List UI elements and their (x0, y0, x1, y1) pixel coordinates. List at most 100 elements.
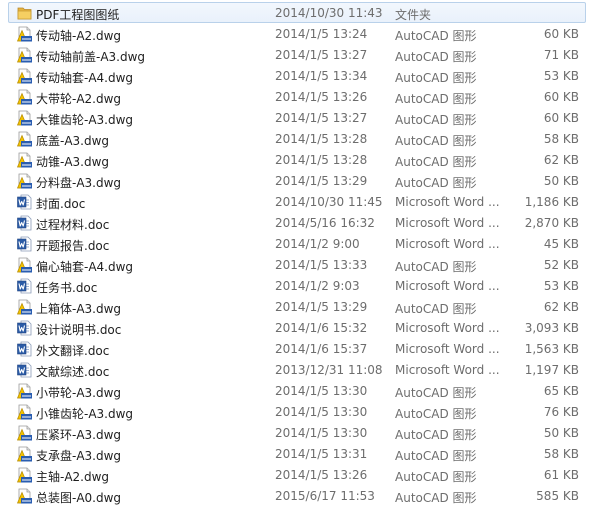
autocad-dwg-icon (17, 173, 32, 189)
file-list: PDF工程图图纸 2014/10/30 11:43 文件夹 传动轴-A2.dwg 201… (0, 0, 606, 513)
file-type: AutoCAD 图形 (395, 176, 477, 190)
file-size: 65 KB (543, 384, 579, 398)
file-row[interactable]: 主轴-A2.dwg 2014/1/5 13:26 AutoCAD 图形 61 KB (8, 464, 586, 485)
file-size: 1,197 KB (524, 363, 579, 377)
file-name: 总装图-A0.dwg (36, 491, 122, 505)
file-date-modified: 2014/1/5 13:28 (275, 132, 368, 146)
file-row[interactable]: 设计说明书.doc 2014/1/6 15:32 Microsoft Word ..… (8, 317, 586, 338)
file-name: PDF工程图图纸 (36, 8, 120, 22)
file-name: 过程材料.doc (36, 218, 110, 232)
file-row[interactable]: 任务书.doc 2014/1/2 9:03 Microsoft Word ... 53… (8, 275, 586, 296)
file-date-modified: 2014/10/30 11:43 (275, 6, 383, 20)
file-date-modified: 2014/1/5 13:30 (275, 426, 368, 440)
file-row[interactable]: 开题报告.doc 2014/1/2 9:00 Microsoft Word ... 4… (8, 233, 586, 254)
file-row[interactable]: 分料盘-A3.dwg 2014/1/5 13:29 AutoCAD 图形 50 KB (8, 170, 586, 191)
file-name: 动锥-A3.dwg (36, 155, 110, 169)
file-name: 支承盘-A3.dwg (36, 449, 122, 463)
file-type: AutoCAD 图形 (395, 386, 477, 400)
file-size: 3,093 KB (524, 321, 579, 335)
file-row[interactable]: 过程材料.doc 2014/5/16 16:32 Microsoft Word ..… (8, 212, 586, 233)
word-doc-icon (17, 362, 32, 378)
folder-icon (17, 5, 32, 21)
word-doc-icon (17, 320, 32, 336)
file-size: 52 KB (543, 258, 579, 272)
file-size: 585 KB (536, 489, 579, 503)
file-type: Microsoft Word ... (395, 279, 500, 293)
file-row[interactable]: 压紧环-A3.dwg 2014/1/5 13:30 AutoCAD 图形 50 KB (8, 422, 586, 443)
file-size: 53 KB (543, 69, 579, 83)
file-size: 45 KB (543, 237, 579, 251)
file-name: 主轴-A2.dwg (36, 470, 110, 484)
file-row[interactable]: 偏心轴套-A4.dwg 2014/1/5 13:33 AutoCAD 图形 52 KB (8, 254, 586, 275)
file-name: 任务书.doc (36, 281, 98, 295)
file-row[interactable]: 文献综述.doc 2013/12/31 11:08 Microsoft Word .… (8, 359, 586, 380)
file-name: 小带轮-A3.dwg (36, 386, 122, 400)
file-name: 大带轮-A2.dwg (36, 92, 122, 106)
file-name: 传动轴前盖-A3.dwg (36, 50, 146, 64)
file-name: 传动轴套-A4.dwg (36, 71, 134, 85)
file-date-modified: 2014/1/5 13:26 (275, 468, 368, 482)
file-row[interactable]: 传动轴前盖-A3.dwg 2014/1/5 13:27 AutoCAD 图形 71 K… (8, 44, 586, 65)
file-date-modified: 2014/1/5 13:30 (275, 384, 368, 398)
autocad-dwg-icon (17, 299, 32, 315)
file-row[interactable]: 小带轮-A3.dwg 2014/1/5 13:30 AutoCAD 图形 65 KB (8, 380, 586, 401)
file-row[interactable]: 动锥-A3.dwg 2014/1/5 13:28 AutoCAD 图形 62 KB (8, 149, 586, 170)
file-type: AutoCAD 图形 (395, 428, 477, 442)
autocad-dwg-icon (17, 383, 32, 399)
file-date-modified: 2014/10/30 11:45 (275, 195, 383, 209)
file-type: AutoCAD 图形 (395, 134, 477, 148)
file-size: 58 KB (543, 132, 579, 146)
file-date-modified: 2014/1/6 15:37 (275, 342, 368, 356)
file-date-modified: 2014/1/5 13:34 (275, 69, 368, 83)
file-row[interactable]: 上箱体-A3.dwg 2014/1/5 13:29 AutoCAD 图形 62 KB (8, 296, 586, 317)
file-name: 压紧环-A3.dwg (36, 428, 122, 442)
file-type: AutoCAD 图形 (395, 302, 477, 316)
file-size: 1,186 KB (524, 195, 579, 209)
file-size: 76 KB (543, 405, 579, 419)
autocad-dwg-icon (17, 89, 32, 105)
file-size: 50 KB (543, 426, 579, 440)
file-date-modified: 2014/1/5 13:27 (275, 48, 368, 62)
autocad-dwg-icon (17, 488, 32, 504)
file-row[interactable]: 总装图-A0.dwg 2015/6/17 11:53 AutoCAD 图形 585 K… (8, 485, 586, 506)
file-name: 外文翻译.doc (36, 344, 110, 358)
file-size: 2,870 KB (524, 216, 579, 230)
file-row[interactable]: 底盖-A3.dwg 2014/1/5 13:28 AutoCAD 图形 58 KB (8, 128, 586, 149)
word-doc-icon (17, 278, 32, 294)
file-date-modified: 2015/6/17 11:53 (275, 489, 375, 503)
file-type: AutoCAD 图形 (395, 470, 477, 484)
file-name: 分料盘-A3.dwg (36, 176, 122, 190)
file-size: 62 KB (543, 153, 579, 167)
autocad-dwg-icon (17, 68, 32, 84)
file-date-modified: 2014/1/5 13:24 (275, 27, 368, 41)
file-size: 61 KB (543, 468, 579, 482)
file-row[interactable]: 封面.doc 2014/10/30 11:45 Microsoft Word ...… (8, 191, 586, 212)
file-date-modified: 2014/1/5 13:27 (275, 111, 368, 125)
file-size: 50 KB (543, 174, 579, 188)
word-doc-icon (17, 341, 32, 357)
file-size: 60 KB (543, 111, 579, 125)
file-row[interactable]: 大锥齿轮-A3.dwg 2014/1/5 13:27 AutoCAD 图形 60 KB (8, 107, 586, 128)
file-type: 文件夹 (395, 8, 432, 22)
word-doc-icon (17, 215, 32, 231)
file-row[interactable]: 支承盘-A3.dwg 2014/1/5 13:31 AutoCAD 图形 58 KB (8, 443, 586, 464)
word-doc-icon (17, 236, 32, 252)
file-type: AutoCAD 图形 (395, 491, 477, 505)
file-date-modified: 2014/5/16 16:32 (275, 216, 375, 230)
file-size: 1,563 KB (524, 342, 579, 356)
file-row[interactable]: 小锥齿轮-A3.dwg 2014/1/5 13:30 AutoCAD 图形 76 KB (8, 401, 586, 422)
file-row[interactable]: 大带轮-A2.dwg 2014/1/5 13:26 AutoCAD 图形 60 KB (8, 86, 586, 107)
file-row[interactable]: PDF工程图图纸 2014/10/30 11:43 文件夹 (8, 2, 586, 23)
file-date-modified: 2014/1/6 15:32 (275, 321, 368, 335)
file-size: 62 KB (543, 300, 579, 314)
file-row[interactable]: 传动轴-A2.dwg 2014/1/5 13:24 AutoCAD 图形 60 KB (8, 23, 586, 44)
autocad-dwg-icon (17, 131, 32, 147)
file-row[interactable]: 外文翻译.doc 2014/1/6 15:37 Microsoft Word ...… (8, 338, 586, 359)
file-date-modified: 2014/1/5 13:26 (275, 90, 368, 104)
file-type: AutoCAD 图形 (395, 449, 477, 463)
file-name: 开题报告.doc (36, 239, 110, 253)
file-date-modified: 2013/12/31 11:08 (275, 363, 383, 377)
file-date-modified: 2014/1/5 13:29 (275, 174, 368, 188)
file-type: AutoCAD 图形 (395, 92, 477, 106)
file-row[interactable]: 传动轴套-A4.dwg 2014/1/5 13:34 AutoCAD 图形 53 KB (8, 65, 586, 86)
